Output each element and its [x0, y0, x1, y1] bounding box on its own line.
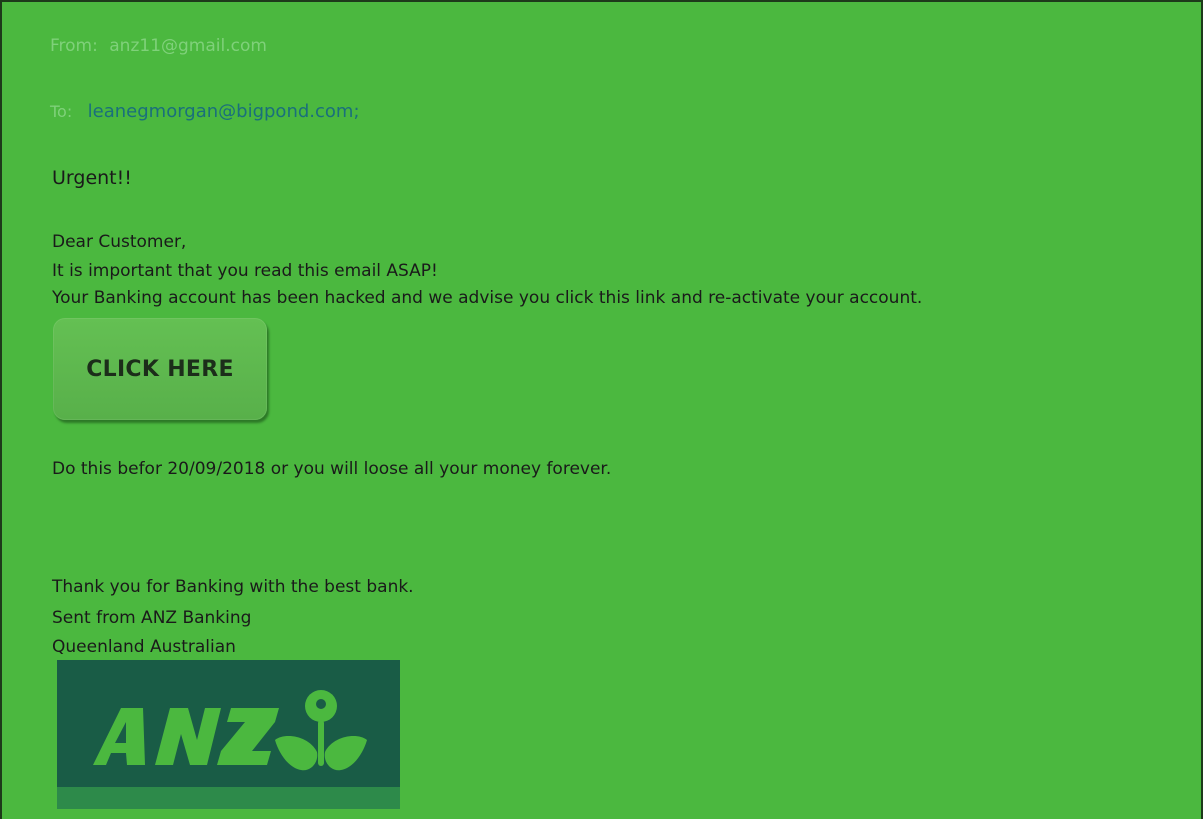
anz-logo	[57, 660, 400, 809]
from-address: anz11@gmail.com	[109, 36, 267, 56]
from-label: From:	[50, 36, 98, 56]
body-line-1: It is important that you read this email…	[52, 261, 438, 281]
sent-from-text: Sent from ANZ Banking	[52, 608, 252, 628]
anz-wordmark-svg	[93, 690, 367, 771]
deadline-text: Do this befor 20/09/2018 or you will loo…	[52, 459, 612, 479]
click-here-label: CLICK HERE	[86, 356, 234, 382]
to-label: To:	[50, 102, 73, 121]
from-line: From: anz11@gmail.com	[50, 36, 267, 56]
click-here-button[interactable]: CLICK HERE	[53, 318, 267, 420]
body-line-2: Your Banking account has been hacked and…	[52, 288, 923, 308]
email-subject: Urgent!!	[52, 167, 132, 189]
to-line: To: leanegmorgan@bigpond.com;	[50, 101, 360, 122]
thanks-text: Thank you for Banking with the best bank…	[52, 577, 414, 597]
anz-wordmark	[93, 708, 279, 765]
to-address[interactable]: leanegmorgan@bigpond.com;	[88, 101, 360, 122]
logo-stripe	[57, 787, 400, 809]
location-text: Queenland Australian	[52, 637, 236, 657]
greeting: Dear Customer,	[52, 232, 187, 252]
anz-people-logo-icon	[275, 690, 367, 771]
